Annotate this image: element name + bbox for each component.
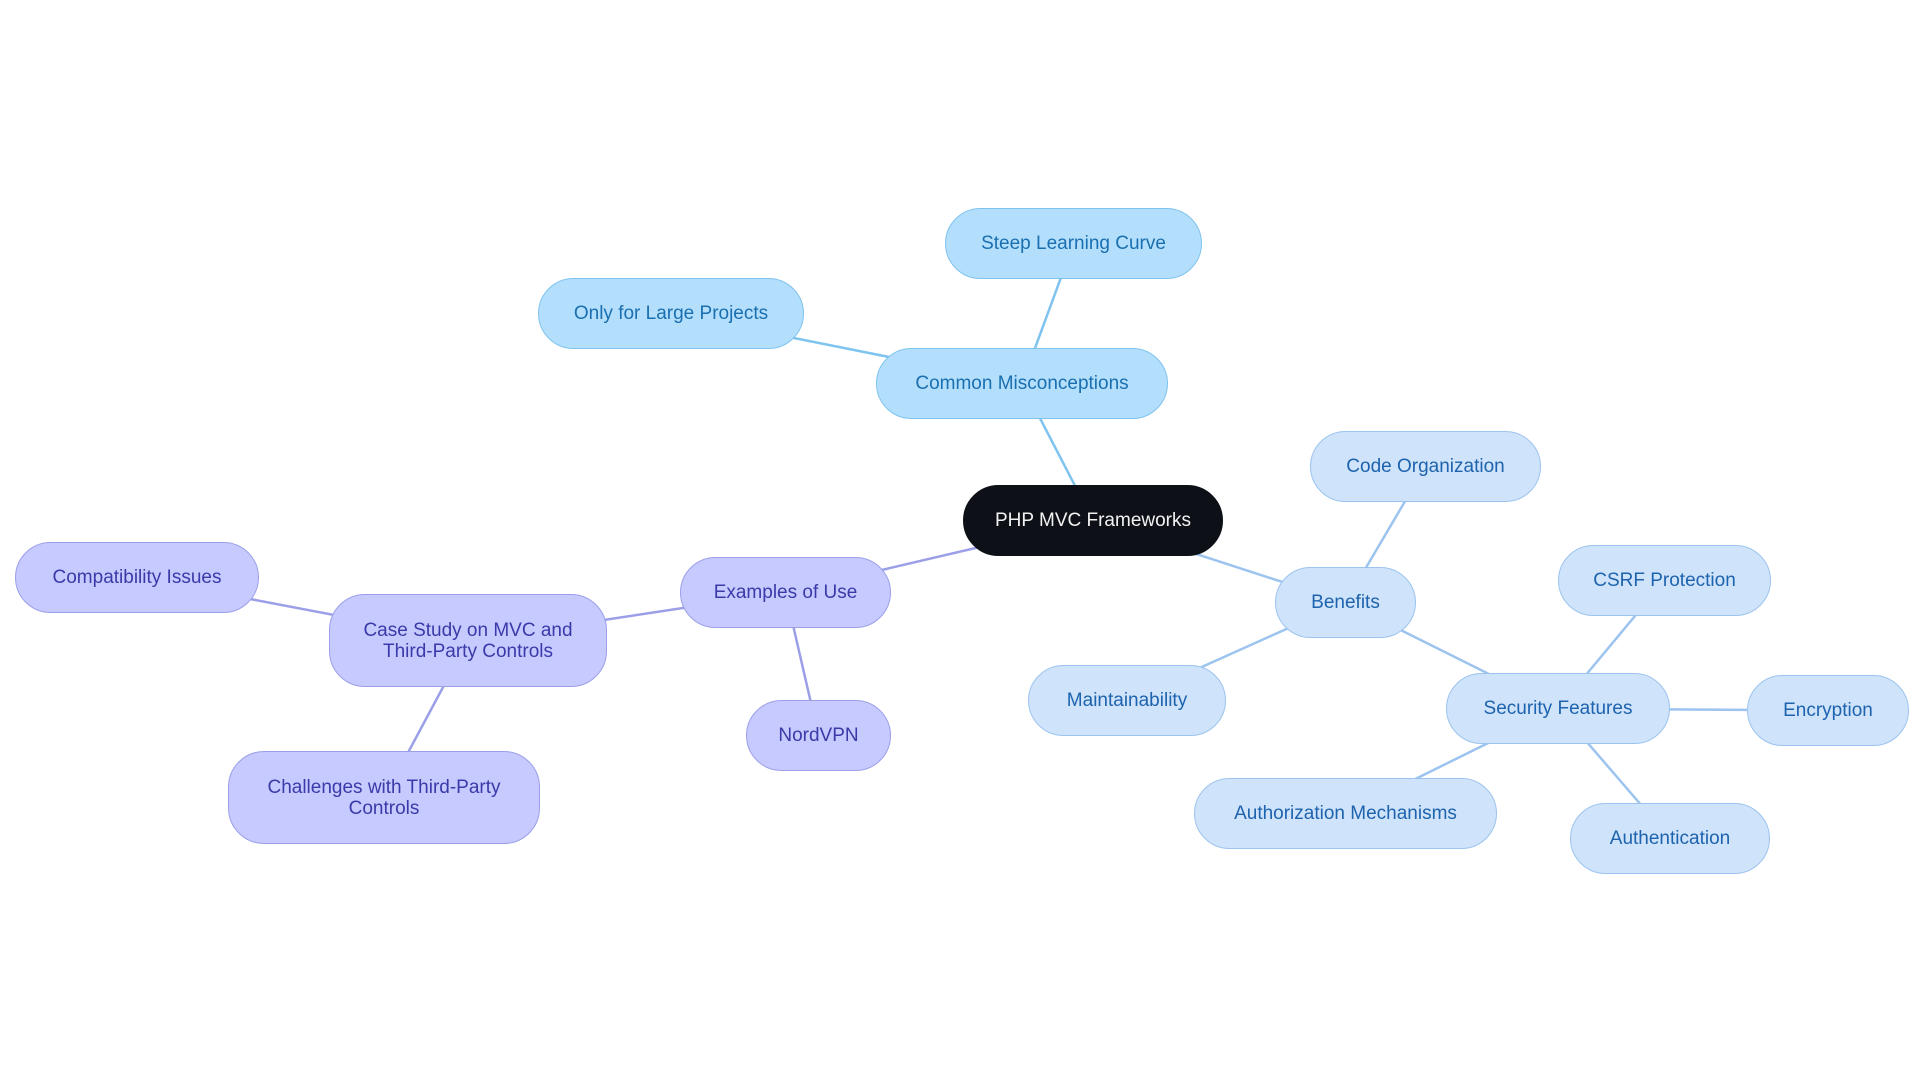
node-label: Only for Large Projects <box>573 303 769 324</box>
node-challenges[interactable]: Challenges with Third-Party Controls <box>228 751 540 844</box>
node-label: Maintainability <box>1066 690 1188 711</box>
node-common-misconceptions[interactable]: Common Misconceptions <box>876 348 1168 419</box>
node-label: Examples of Use <box>713 582 858 603</box>
node-label: CSRF Protection <box>1593 570 1736 591</box>
node-nordvpn[interactable]: NordVPN <box>746 700 891 771</box>
node-label: Compatibility Issues <box>52 567 222 588</box>
edges-layer <box>136 243 1829 840</box>
node-maintainability[interactable]: Maintainability <box>1028 665 1226 736</box>
node-label: Security Features <box>1483 698 1633 719</box>
node-security-features[interactable]: Security Features <box>1446 673 1670 744</box>
node-label: Authorization Mechanisms <box>1234 803 1457 824</box>
node-label: Steep Learning Curve <box>981 233 1166 254</box>
node-label: Case Study on MVC and Third-Party Contro… <box>363 619 573 662</box>
node-compatibility-issues[interactable]: Compatibility Issues <box>15 542 259 613</box>
node-authentication[interactable]: Authentication <box>1570 803 1770 874</box>
node-steep-learning-curve[interactable]: Steep Learning Curve <box>945 208 1202 279</box>
node-label: Benefits <box>1311 592 1380 613</box>
node-csrf-protection[interactable]: CSRF Protection <box>1558 545 1771 616</box>
node-code-organization[interactable]: Code Organization <box>1310 431 1541 502</box>
node-label: Challenges with Third-Party Controls <box>267 776 501 819</box>
node-root[interactable]: PHP MVC Frameworks <box>963 485 1223 556</box>
node-examples-of-use[interactable]: Examples of Use <box>680 557 891 628</box>
node-label: Authentication <box>1609 828 1731 849</box>
node-label: Common Misconceptions <box>915 373 1129 394</box>
node-authorization-mechanisms[interactable]: Authorization Mechanisms <box>1194 778 1497 849</box>
node-label: NordVPN <box>778 725 859 746</box>
node-label: Encryption <box>1783 700 1873 721</box>
node-label: PHP MVC Frameworks <box>994 510 1191 531</box>
node-benefits[interactable]: Benefits <box>1275 567 1416 638</box>
node-label: Code Organization <box>1346 456 1505 477</box>
node-case-study[interactable]: Case Study on MVC and Third-Party Contro… <box>329 594 607 687</box>
node-encryption[interactable]: Encryption <box>1747 675 1909 746</box>
node-only-for-large-projects[interactable]: Only for Large Projects <box>538 278 804 349</box>
